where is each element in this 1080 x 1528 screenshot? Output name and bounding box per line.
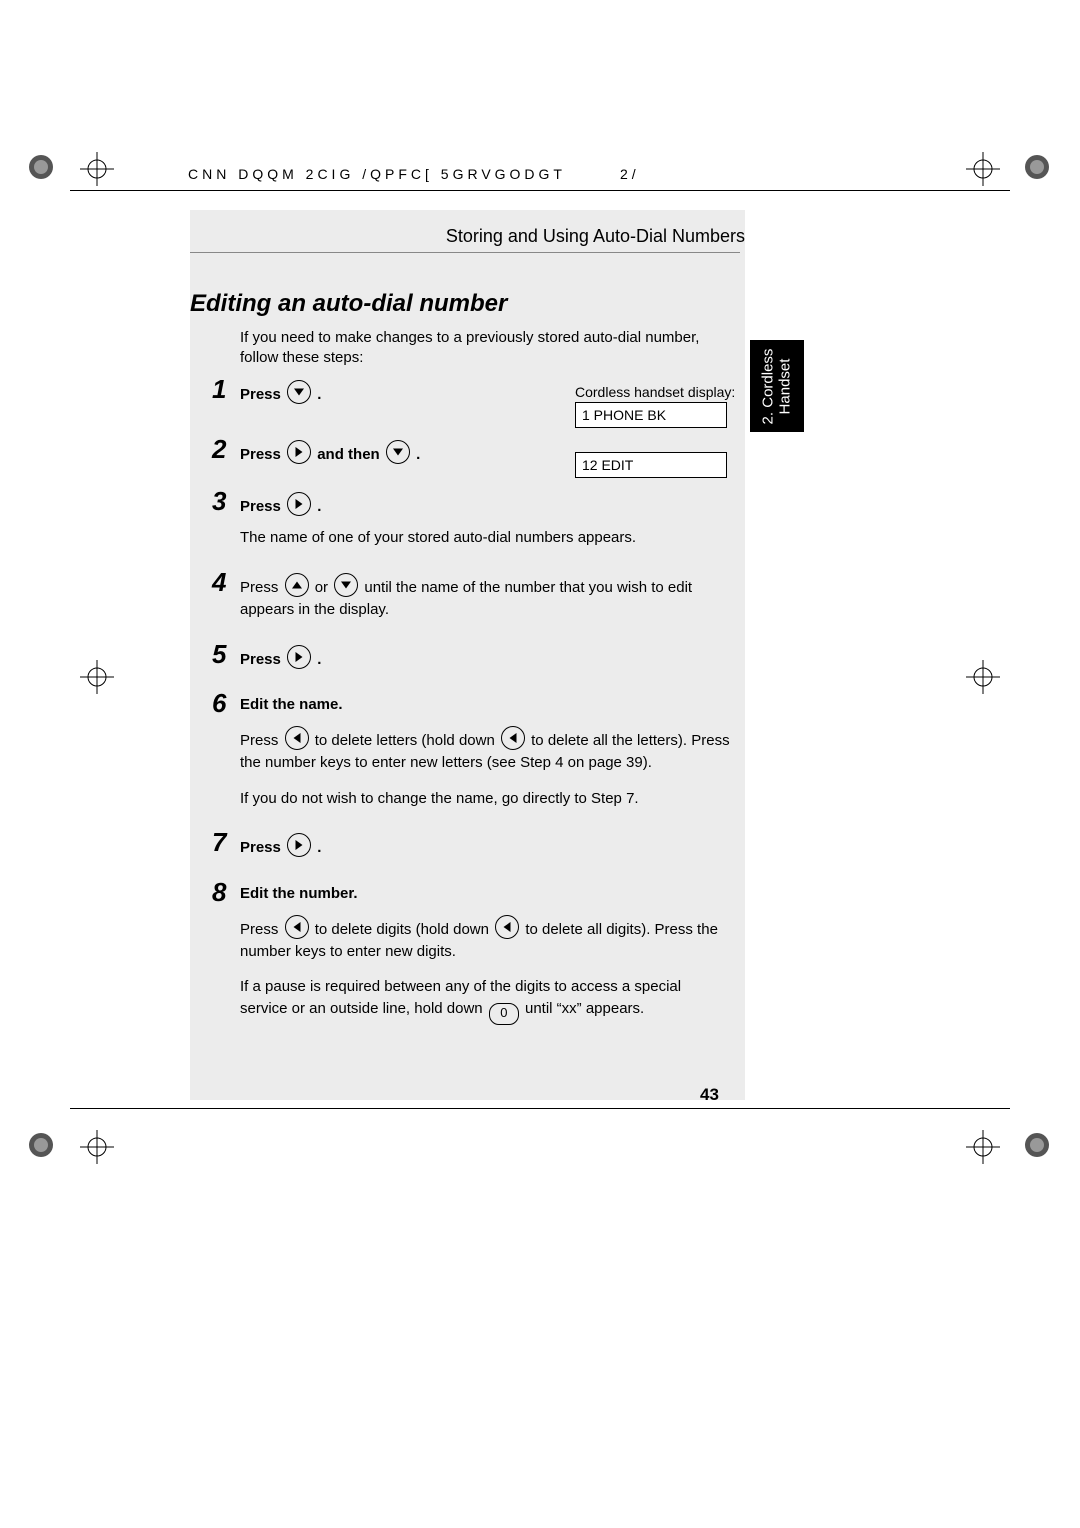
step-8: 8 Edit the number. Press to delete digit… <box>212 879 730 1025</box>
step-2: 2 Press and then . <box>212 436 730 466</box>
header-code-text: CNN DQQM 2CIG /QPFC[ 5GRVGODGT <box>188 166 566 182</box>
step-3: 3 Press . The name of one of your stored… <box>212 488 730 550</box>
page-number: 43 <box>700 1085 719 1105</box>
step-6: 6 Edit the name. Press to delete letters… <box>212 690 730 809</box>
step-number: 6 <box>212 690 240 716</box>
text-fragment: Press <box>240 921 283 938</box>
footer-rule <box>70 1108 1010 1109</box>
step-7: 7 Press . <box>212 829 730 859</box>
intro-text: If you need to make changes to a previou… <box>240 328 730 369</box>
crop-mark-icon <box>966 660 1000 694</box>
step-6-title: Edit the name. <box>240 696 343 713</box>
step-number: 8 <box>212 879 240 905</box>
step-8-sub-b: If a pause is required between any of th… <box>240 976 730 1025</box>
zero-key-icon: 0 <box>489 1003 519 1025</box>
period: . <box>317 386 321 403</box>
left-arrow-key-icon <box>285 915 309 939</box>
tab-line-1: 2. Cordless <box>761 348 778 424</box>
and-then-label: and then <box>317 446 384 463</box>
registration-mark-icon <box>24 150 58 184</box>
step-4: 4 Press or until the name of the number … <box>212 569 730 621</box>
step-number: 5 <box>212 641 240 667</box>
right-arrow-key-icon <box>287 645 311 669</box>
down-arrow-key-icon <box>287 380 311 404</box>
step-1: 1 Press . <box>212 376 730 406</box>
header-code-page: 2/ <box>620 166 640 182</box>
press-label: Press <box>240 651 285 668</box>
step-8-sub-a: Press to delete digits (hold down to del… <box>240 915 730 963</box>
text-fragment: until “xx” appears. <box>525 1000 644 1017</box>
breadcrumb-rule <box>190 252 740 253</box>
left-arrow-key-icon <box>501 726 525 750</box>
press-label: Press <box>240 446 285 463</box>
header-rule <box>70 190 1010 191</box>
step-8-title: Edit the number. <box>240 885 358 902</box>
step-number: 4 <box>212 569 240 595</box>
up-arrow-key-icon <box>285 573 309 597</box>
step-number: 2 <box>212 436 240 462</box>
section-breadcrumb: Storing and Using Auto-Dial Numbers <box>190 226 745 247</box>
step-6-sub-a: Press to delete letters (hold down to de… <box>240 726 730 774</box>
step-6-sub-b: If you do not wish to change the name, g… <box>240 788 730 810</box>
crop-mark-icon <box>80 1130 114 1164</box>
crop-mark-icon <box>966 152 1000 186</box>
crop-mark-icon <box>80 152 114 186</box>
press-label: Press <box>240 498 285 515</box>
step-number: 7 <box>212 829 240 855</box>
registration-mark-icon <box>1020 1128 1054 1162</box>
down-arrow-key-icon <box>386 440 410 464</box>
period: . <box>317 839 321 856</box>
crop-mark-icon <box>80 660 114 694</box>
step-number: 1 <box>212 376 240 402</box>
down-arrow-key-icon <box>334 573 358 597</box>
text-fragment: to delete digits (hold down <box>315 921 493 938</box>
crop-mark-icon <box>966 1130 1000 1164</box>
period: . <box>416 446 420 463</box>
chapter-tab: 2. Cordless Handset <box>750 340 804 432</box>
or-label: or <box>315 579 333 596</box>
step-number: 3 <box>212 488 240 514</box>
registration-mark-icon <box>1020 150 1054 184</box>
press-label: Press <box>240 579 283 596</box>
left-arrow-key-icon <box>495 915 519 939</box>
text-fragment: Press <box>240 732 283 749</box>
registration-mark-icon <box>24 1128 58 1162</box>
left-arrow-key-icon <box>285 726 309 750</box>
page-heading: Editing an auto-dial number <box>190 290 507 318</box>
press-label: Press <box>240 386 285 403</box>
steps-list: 1 Press . 2 Press and then . 3 Press <box>212 376 730 1025</box>
text-fragment: to delete letters (hold down <box>315 732 499 749</box>
manual-page: CNN DQQM 2CIG /QPFC[ 5GRVGODGT 2/ Storin… <box>0 0 1080 1528</box>
right-arrow-key-icon <box>287 492 311 516</box>
period: . <box>317 651 321 668</box>
right-arrow-key-icon <box>287 440 311 464</box>
period: . <box>317 498 321 515</box>
tab-line-2: Handset <box>777 348 794 424</box>
step-3-sub: The name of one of your stored auto-dial… <box>240 527 730 549</box>
right-arrow-key-icon <box>287 833 311 857</box>
step-5: 5 Press . <box>212 641 730 671</box>
press-label: Press <box>240 839 285 856</box>
